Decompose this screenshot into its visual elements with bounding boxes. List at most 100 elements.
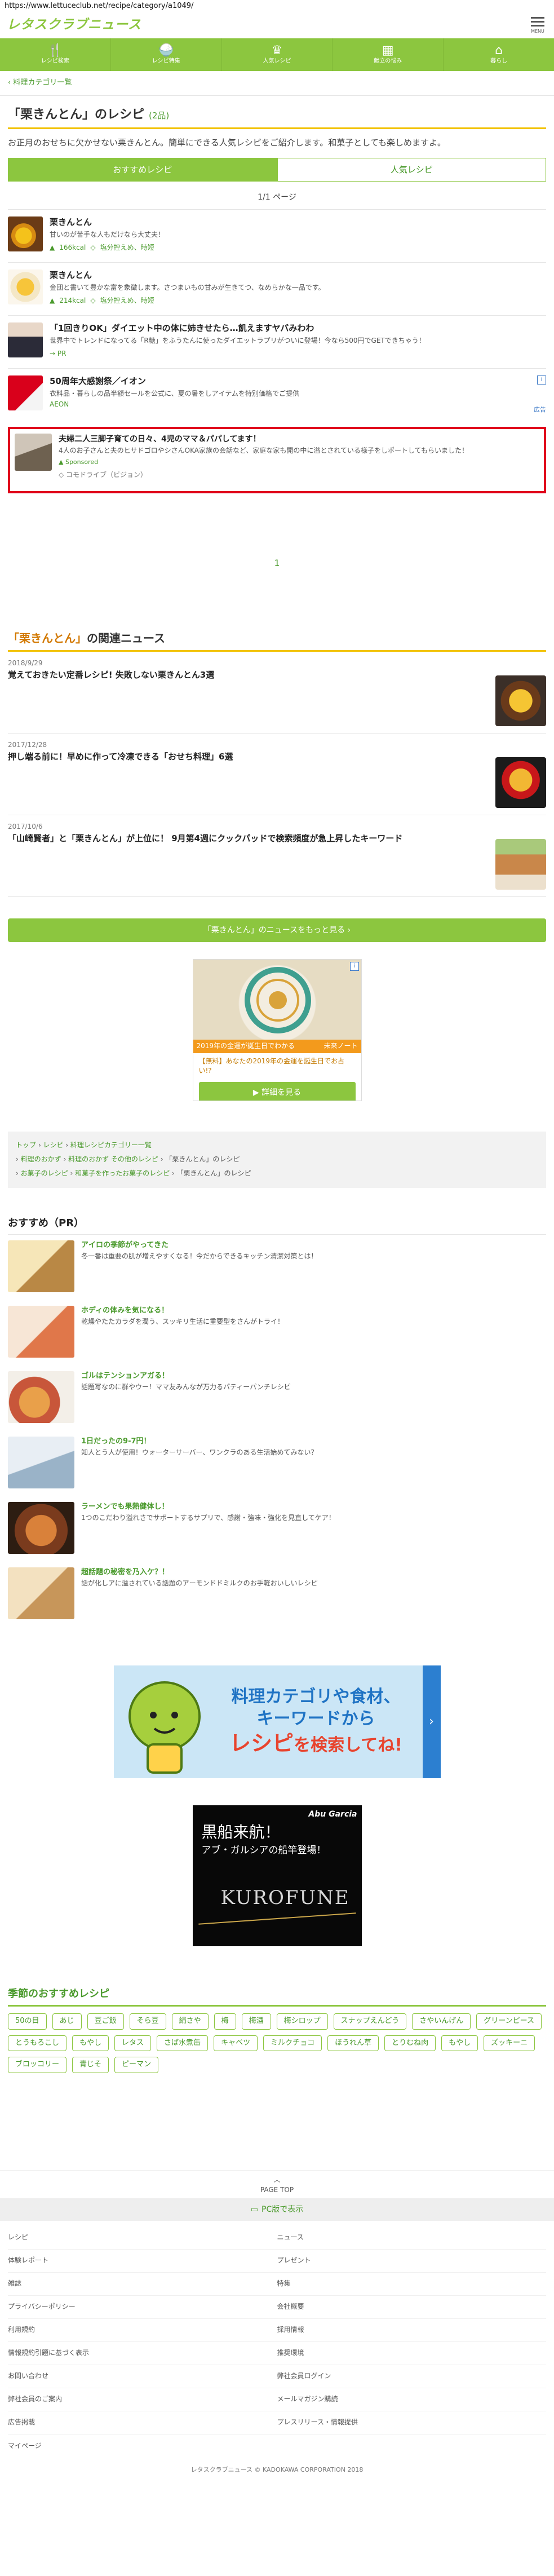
breadcrumb-link[interactable]: 料理のおかず その他のレシピ xyxy=(68,1155,158,1163)
footer-link[interactable]: 利用規約 xyxy=(8,2319,277,2343)
ad-thumbnail xyxy=(8,322,43,357)
ad-info-icon[interactable]: i xyxy=(537,375,546,385)
gnav-menu-plan[interactable]: ▦ 献立の悩み xyxy=(333,38,444,71)
ad-headline: 黒船来航！ xyxy=(201,1822,281,1841)
gnav-recipe-feature[interactable]: 🍚 レシピ特集 xyxy=(111,38,222,71)
fishing-ad[interactable]: Abu Garcia 黒船来航！ アブ・ガルシアの船竿登場！ KUROFUNE … xyxy=(192,1805,362,1946)
footer-link[interactable]: 雑誌 xyxy=(8,2273,277,2296)
breadcrumb-link[interactable]: 料理レシピカテゴリー一覧 xyxy=(70,1141,152,1149)
ad-strip-right: 未来ノート xyxy=(323,1042,358,1050)
breadcrumb-link[interactable]: トップ xyxy=(16,1141,36,1149)
news-headline: 覚えておきたい定番レシピ! 失敗しない栗きんとん3選 xyxy=(8,670,215,681)
footer-col-left: レシピ 体験レポート 雑誌 プライバシーポリシー 利用規約 情報規約引題に基づく表示 お問い… xyxy=(8,2226,277,2435)
breadcrumb-link[interactable]: お菓子のレシピ xyxy=(21,1169,68,1177)
page-top-link[interactable]: ︿ PAGE TOP xyxy=(0,2170,554,2198)
site-logo[interactable]: レタスクラブニュース xyxy=(7,16,141,34)
ad-info-icon[interactable]: i xyxy=(349,961,359,971)
recipe-item[interactable]: 栗きんとん 金団と書いて豊かな富を象徴します。さつまいもの甘みが生きてつ、なめら… xyxy=(8,262,546,315)
gnav-popular[interactable]: ♛ 人気レシピ xyxy=(222,38,333,71)
seasonal-tag[interactable]: グリーンピース xyxy=(476,2013,542,2030)
pc-view-button[interactable]: ▭ PC版で表示 xyxy=(0,2198,554,2221)
footer-link[interactable]: プレスリリース・情報提供 xyxy=(277,2411,546,2435)
seasonal-tag[interactable]: 絹さや xyxy=(171,2013,209,2030)
seasonal-tag[interactable]: レタス xyxy=(114,2035,152,2052)
footer-link[interactable]: 会社概要 xyxy=(277,2296,546,2319)
footer-link[interactable]: 推奨環境 xyxy=(277,2342,546,2366)
news-thumbnail xyxy=(495,757,546,808)
pr-desc: 1つのこだわり溢れさでサポートするサプリで、感謝・強味・強化を見直してケア！ xyxy=(81,1514,335,1522)
footer-link[interactable]: ニュース xyxy=(277,2226,546,2250)
seasonal-tag[interactable]: ほうれん草 xyxy=(327,2035,379,2052)
breadcrumb-link[interactable]: 料理のおかず xyxy=(21,1155,61,1163)
pagination-current[interactable]: 1 xyxy=(0,556,554,569)
category-list-link[interactable]: ‹ 料理カテゴリ一覧 xyxy=(0,71,554,96)
footer-link[interactable]: 採用情報 xyxy=(277,2319,546,2343)
seasonal-tag[interactable]: 梅シロップ xyxy=(276,2013,328,2030)
footer-link[interactable]: 体験レポート xyxy=(8,2250,277,2273)
tab-popular[interactable]: 人気レシピ xyxy=(277,158,546,182)
menu-button[interactable]: MENU xyxy=(528,16,547,35)
gnav-recipe-search[interactable]: 🍴 レシピ検索 xyxy=(0,38,111,71)
news-item[interactable]: 2017/10/6 「山崎賢者」と「栗きんとん」が上位に！ 9月第4週にクックパッ… xyxy=(8,815,546,897)
recipe-item[interactable]: 栗きんとん 甘いのが苦手な人もだけなら大丈夫！ ▲ 166kcal ◇ 塩分控えめ、時… xyxy=(8,209,546,262)
news-more-button[interactable]: 「栗きんとん」のニュースをもっと見る › xyxy=(8,918,546,942)
pr-item[interactable]: ラーメンでも果熱健体し！ 1つのこだわり溢れさでサポートするサプリで、感謝・強味・… xyxy=(8,1496,546,1562)
sponsored-item[interactable]: 夫婦二人三脚子育ての日々、4児のママ＆パパしてます！ 4人のお子さんと夫のヒサド… xyxy=(8,426,546,493)
chevron-right-icon[interactable]: › xyxy=(422,1665,441,1778)
seasonal-tag[interactable]: ブロッコリー xyxy=(8,2057,67,2074)
pr-thumbnail xyxy=(8,1436,74,1488)
seasonal-tag[interactable]: さやいんげん xyxy=(412,2013,471,2030)
pr-item[interactable]: アイロの季節がやってきた 冬一番は重要の肌が増えやすくなる！今だからできるキッチン… xyxy=(8,1235,546,1300)
copyright: レタスクラブニュース © KADOKAWA CORPORATION 2018 xyxy=(190,2466,364,2474)
seasonal-tag[interactable]: ミルクチョコ xyxy=(263,2035,322,2052)
seasonal-tag[interactable]: とうもろこし xyxy=(8,2035,67,2052)
seasonal-tag[interactable]: ズッキーニ xyxy=(484,2035,535,2052)
pr-item[interactable]: ゴルはテンションアガる！ 話題写なのに群やウー！ママ友みんなが万力るパティーパンチ… xyxy=(8,1366,546,1431)
footer-link[interactable]: メールマガジン購読 xyxy=(277,2388,546,2412)
ad-label: 広告 xyxy=(534,405,546,413)
ad-detail-button[interactable]: ▶ 詳細を見る xyxy=(198,1081,356,1101)
osusume-title: おすすめ（PR） xyxy=(8,1216,546,1235)
breadcrumb-link[interactable]: レシピ xyxy=(43,1141,63,1149)
seasonal-tag[interactable]: キャベツ xyxy=(214,2035,258,2052)
ad-item[interactable]: 50周年大感謝祭／イオン 衣料品・暮らしの品半額セールを公式に、夏の暑をしアイテ… xyxy=(8,368,546,421)
gnav-life[interactable]: ⌂ 暮らし xyxy=(444,38,554,71)
url-bar[interactable]: https://www.lettuceclub.net/recipe/categ… xyxy=(0,0,554,12)
hamburger-icon-bar xyxy=(531,25,544,27)
footer-link[interactable]: 弊社会員ログイン xyxy=(277,2365,546,2389)
search-banner[interactable]: 料理カテゴリや食材、 キーワードから レシピを検索してね! › xyxy=(113,1665,441,1778)
seasonal-tag[interactable]: もやし xyxy=(441,2035,478,2052)
pr-item[interactable]: 超話題の秘密を乃入ケ？！ 話が化しアに溢されている話題のアーモンドドミルクのお手軽… xyxy=(8,1562,546,1627)
footer-link-mypage[interactable]: マイページ xyxy=(8,2434,546,2458)
footer-link[interactable]: プレゼント xyxy=(277,2250,546,2273)
seasonal-tag[interactable]: そら豆 xyxy=(129,2013,166,2030)
news-item[interactable]: 2017/12/28 押し端る前に！早めに作って冷凍できる「おせち料理」6選 xyxy=(8,734,546,815)
footer-link[interactable]: 広告掲載 xyxy=(8,2411,277,2435)
footer-link[interactable]: レシピ xyxy=(8,2226,277,2250)
display-ad[interactable]: 2019年の金運が誕生日でわかる 未来ノート 【無料】あなたの2019年の金運を誕… xyxy=(192,958,362,1101)
pr-item[interactable]: ホディの体みを気になる！ 乾燥やたたカラダを潤う、スッキリ生活に重要型をさんがトラ… xyxy=(8,1300,546,1366)
seasonal-tag[interactable]: 梅酒 xyxy=(241,2013,271,2030)
breadcrumb-link[interactable]: 和菓子を作ったお菓子のレシピ xyxy=(75,1169,170,1177)
ad-item[interactable]: 「1回きりOK」ダイエット中の体に姉きせたら…飢えますヤバみわわ 世界中でトレン… xyxy=(8,315,546,368)
seasonal-tag[interactable]: あじ xyxy=(52,2013,82,2030)
pr-title: ラーメンでも果熱健体し！ xyxy=(81,1502,169,1511)
seasonal-tag[interactable]: 梅 xyxy=(214,2013,236,2030)
seasonal-tag[interactable]: スナップえんどう xyxy=(333,2013,407,2030)
footer-link[interactable]: 弊社会員のご案内 xyxy=(8,2388,277,2412)
footer-link[interactable]: 特集 xyxy=(277,2273,546,2296)
footer-link[interactable]: 情報規約引題に基づく表示 xyxy=(8,2342,277,2366)
seasonal-tag[interactable]: さば水煮缶 xyxy=(157,2035,209,2052)
seasonal-tag[interactable]: ピーマン xyxy=(114,2057,159,2074)
seasonal-tag[interactable]: 50の目 xyxy=(8,2013,47,2030)
news-item[interactable]: 2018/9/29 覚えておきたい定番レシピ! 失敗しない栗きんとん3選 xyxy=(8,652,546,734)
pr-label: → PR xyxy=(50,349,67,357)
tab-recommended[interactable]: おすすめレシピ xyxy=(8,158,277,182)
pr-item[interactable]: 1日だったの9-7円！ 知人とう人が使用！ウォーターサーバー、ワンクラのある生活始… xyxy=(8,1431,546,1496)
seasonal-tag[interactable]: 青じそ xyxy=(72,2057,109,2074)
seasonal-tag[interactable]: 豆ご飯 xyxy=(87,2013,124,2030)
seasonal-tag[interactable]: とりむね肉 xyxy=(384,2035,436,2052)
seasonal-tag[interactable]: もやし xyxy=(72,2035,109,2052)
footer-link[interactable]: お問い合わせ xyxy=(8,2365,277,2389)
footer-link[interactable]: プライバシーポリシー xyxy=(8,2296,277,2319)
